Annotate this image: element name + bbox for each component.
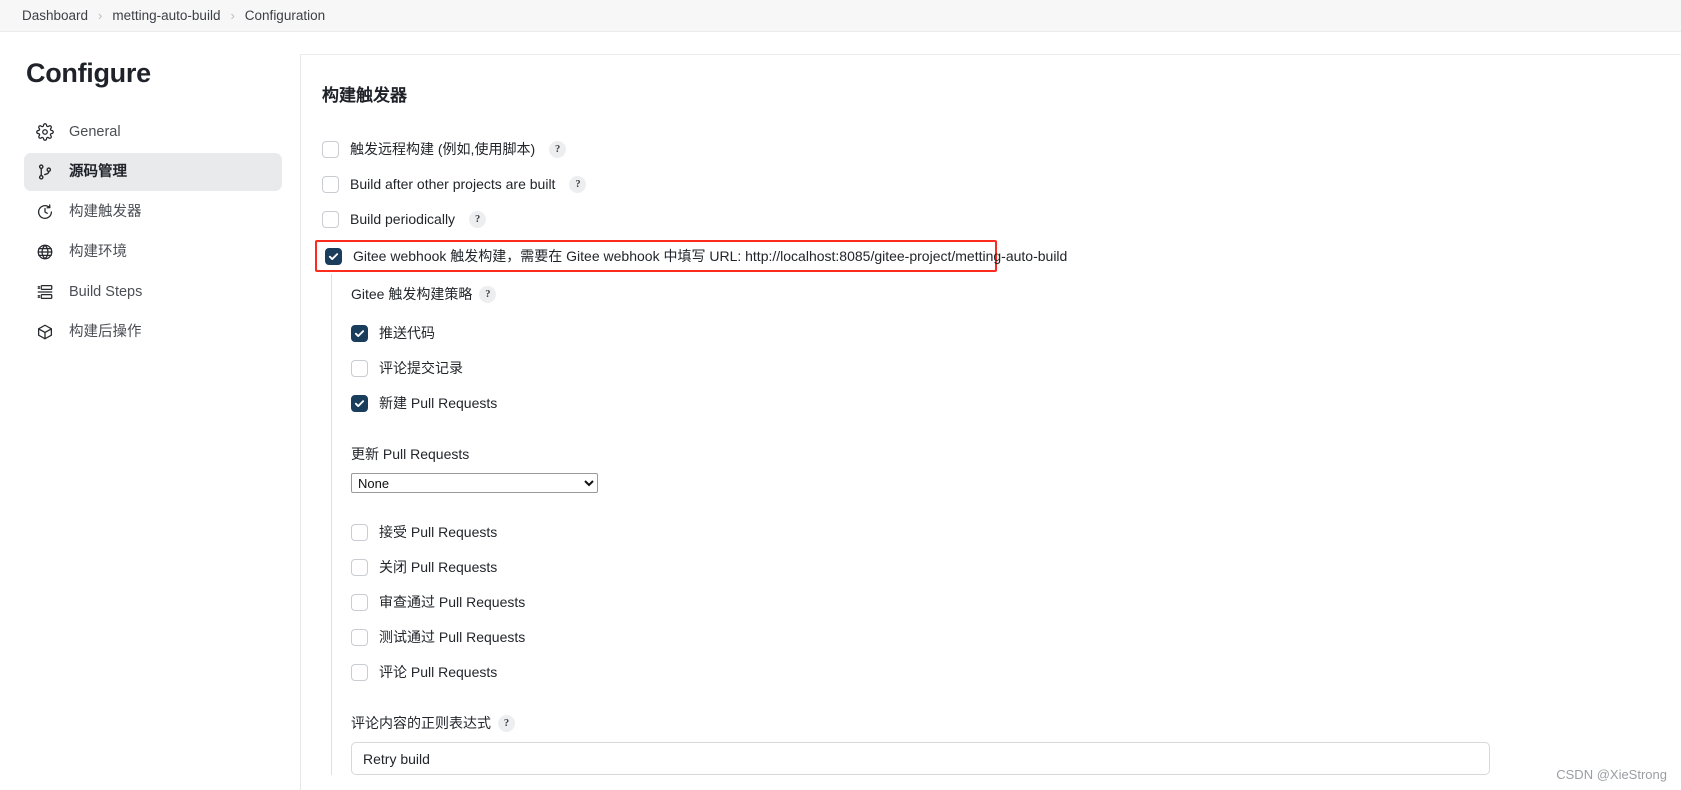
gitee-webhook-highlight-box: Gitee webhook 触发构建，需要在 Gitee webhook 中填写… bbox=[315, 240, 1067, 273]
breadcrumb-item-configuration[interactable]: Configuration bbox=[236, 0, 334, 32]
trigger-label: Build after other projects are built bbox=[350, 175, 556, 192]
pr-row-test-passed: 测试通过 Pull Requests bbox=[351, 622, 1657, 652]
pr-label: 评论 Pull Requests bbox=[379, 664, 498, 681]
help-icon[interactable]: ? bbox=[569, 175, 587, 193]
checkbox-strategy-push-code[interactable] bbox=[351, 324, 368, 342]
pr-label: 关闭 Pull Requests bbox=[379, 559, 498, 576]
main-content: 构建触发器 触发远程构建 (例如,使用脚本) ? Build after oth… bbox=[300, 32, 1681, 790]
comment-regex-field-label: 评论内容的正则表达式 ? bbox=[351, 713, 1657, 733]
pr-label: 测试通过 Pull Requests bbox=[379, 629, 526, 646]
sidebar-item-build-steps[interactable]: Build Steps bbox=[24, 273, 282, 311]
sidebar-item-build-environment[interactable]: 构建环境 bbox=[24, 233, 282, 271]
checkbox-pr-accept[interactable] bbox=[351, 523, 368, 541]
sidebar-item-label: 源码管理 bbox=[69, 163, 127, 180]
pr-label: 接受 Pull Requests bbox=[379, 524, 498, 541]
update-pull-requests-select[interactable]: None bbox=[351, 473, 598, 494]
breadcrumb-item-dashboard[interactable]: Dashboard bbox=[13, 0, 97, 32]
gear-icon bbox=[35, 123, 54, 142]
strategy-row-comment-commit: 评论提交记录 bbox=[351, 353, 1657, 383]
trigger-label: Build periodically bbox=[350, 210, 456, 227]
gitee-strategy-heading: Gitee 触发构建策略 ? bbox=[351, 284, 1657, 304]
sidebar-nav: General 源码管理 构建触发器 构建环境 Build Steps 构建后操… bbox=[24, 113, 282, 351]
pr-row-comment: 评论 Pull Requests bbox=[351, 657, 1657, 687]
sidebar-item-label: 构建后操作 bbox=[69, 323, 142, 340]
clock-icon bbox=[35, 203, 54, 222]
strategy-label: 推送代码 bbox=[379, 325, 435, 342]
pr-label: 审查通过 Pull Requests bbox=[379, 594, 526, 611]
help-icon[interactable]: ? bbox=[469, 210, 487, 228]
configure-sidebar: Configure General 源码管理 构建触发器 构建环境 Build … bbox=[0, 32, 300, 351]
gitee-webhook-label: Gitee webhook 触发构建，需要在 Gitee webhook 中填写… bbox=[353, 248, 1068, 264]
help-icon[interactable]: ? bbox=[479, 285, 497, 303]
update-pull-requests-label: 更新 Pull Requests bbox=[351, 446, 470, 463]
help-icon[interactable]: ? bbox=[549, 140, 567, 158]
strategy-row-new-pull-requests: 新建 Pull Requests bbox=[351, 388, 1657, 418]
checkbox-trigger-remote-build[interactable] bbox=[322, 140, 339, 158]
pr-row-review-passed: 审查通过 Pull Requests bbox=[351, 587, 1657, 617]
sidebar-item-build-triggers[interactable]: 构建触发器 bbox=[24, 193, 282, 231]
page-shell: Configure General 源码管理 构建触发器 构建环境 Build … bbox=[0, 32, 1681, 790]
strategy-label: 新建 Pull Requests bbox=[379, 395, 498, 412]
sidebar-item-label: 构建触发器 bbox=[69, 203, 142, 220]
watermark: CSDN @XieStrong bbox=[1556, 767, 1667, 782]
sidebar-item-label: General bbox=[69, 123, 121, 140]
strategy-label: 评论提交记录 bbox=[379, 360, 463, 377]
trigger-row-after-other-projects: Build after other projects are built ? bbox=[322, 169, 1657, 199]
checkbox-pr-comment[interactable] bbox=[351, 663, 368, 681]
help-icon[interactable]: ? bbox=[498, 714, 515, 732]
checkbox-trigger-after-other-projects[interactable] bbox=[322, 175, 339, 193]
sidebar-item-label: Build Steps bbox=[69, 283, 143, 300]
breadcrumb-item-project[interactable]: metting-auto-build bbox=[103, 0, 229, 32]
checkbox-strategy-comment-commit[interactable] bbox=[351, 359, 368, 377]
page-title: Configure bbox=[26, 58, 151, 88]
branch-icon bbox=[35, 163, 54, 182]
sidebar-item-post-build-actions[interactable]: 构建后操作 bbox=[24, 313, 282, 351]
checkbox-trigger-build-periodically[interactable] bbox=[322, 210, 339, 228]
checkbox-pr-test-passed[interactable] bbox=[351, 628, 368, 646]
trigger-row-remote-build: 触发远程构建 (例如,使用脚本) ? bbox=[322, 134, 1657, 164]
trigger-label: 触发远程构建 (例如,使用脚本) bbox=[350, 140, 536, 157]
breadcrumb: Dashboard › metting-auto-build › Configu… bbox=[0, 0, 1681, 32]
checkbox-gitee-webhook[interactable] bbox=[325, 247, 342, 265]
pr-row-close: 关闭 Pull Requests bbox=[351, 552, 1657, 582]
package-icon bbox=[35, 323, 54, 342]
gitee-strategy-block: Gitee 触发构建策略 ? 推送代码 评论提交记录 新建 Pull Reque… bbox=[331, 274, 1657, 776]
globe-icon bbox=[35, 243, 54, 262]
sidebar-item-source-code-management[interactable]: 源码管理 bbox=[24, 153, 282, 191]
sidebar-item-general[interactable]: General bbox=[24, 113, 282, 151]
list-icon bbox=[35, 283, 54, 302]
trigger-row-build-periodically: Build periodically ? bbox=[322, 204, 1657, 234]
gitee-strategy-heading-label: Gitee 触发构建策略 bbox=[351, 286, 473, 303]
build-triggers-panel: 构建触发器 触发远程构建 (例如,使用脚本) ? Build after oth… bbox=[300, 54, 1681, 790]
sidebar-item-label: 构建环境 bbox=[69, 243, 127, 260]
checkbox-pr-close[interactable] bbox=[351, 558, 368, 576]
comment-regex-label-text: 评论内容的正则表达式 bbox=[351, 715, 491, 732]
checkbox-pr-review-passed[interactable] bbox=[351, 593, 368, 611]
comment-regex-input[interactable] bbox=[351, 742, 1490, 776]
section-title: 构建触发器 bbox=[322, 86, 407, 105]
strategy-row-push-code: 推送代码 bbox=[351, 318, 1657, 348]
checkbox-strategy-new-pull-requests[interactable] bbox=[351, 394, 368, 412]
pr-row-accept: 接受 Pull Requests bbox=[351, 517, 1657, 547]
